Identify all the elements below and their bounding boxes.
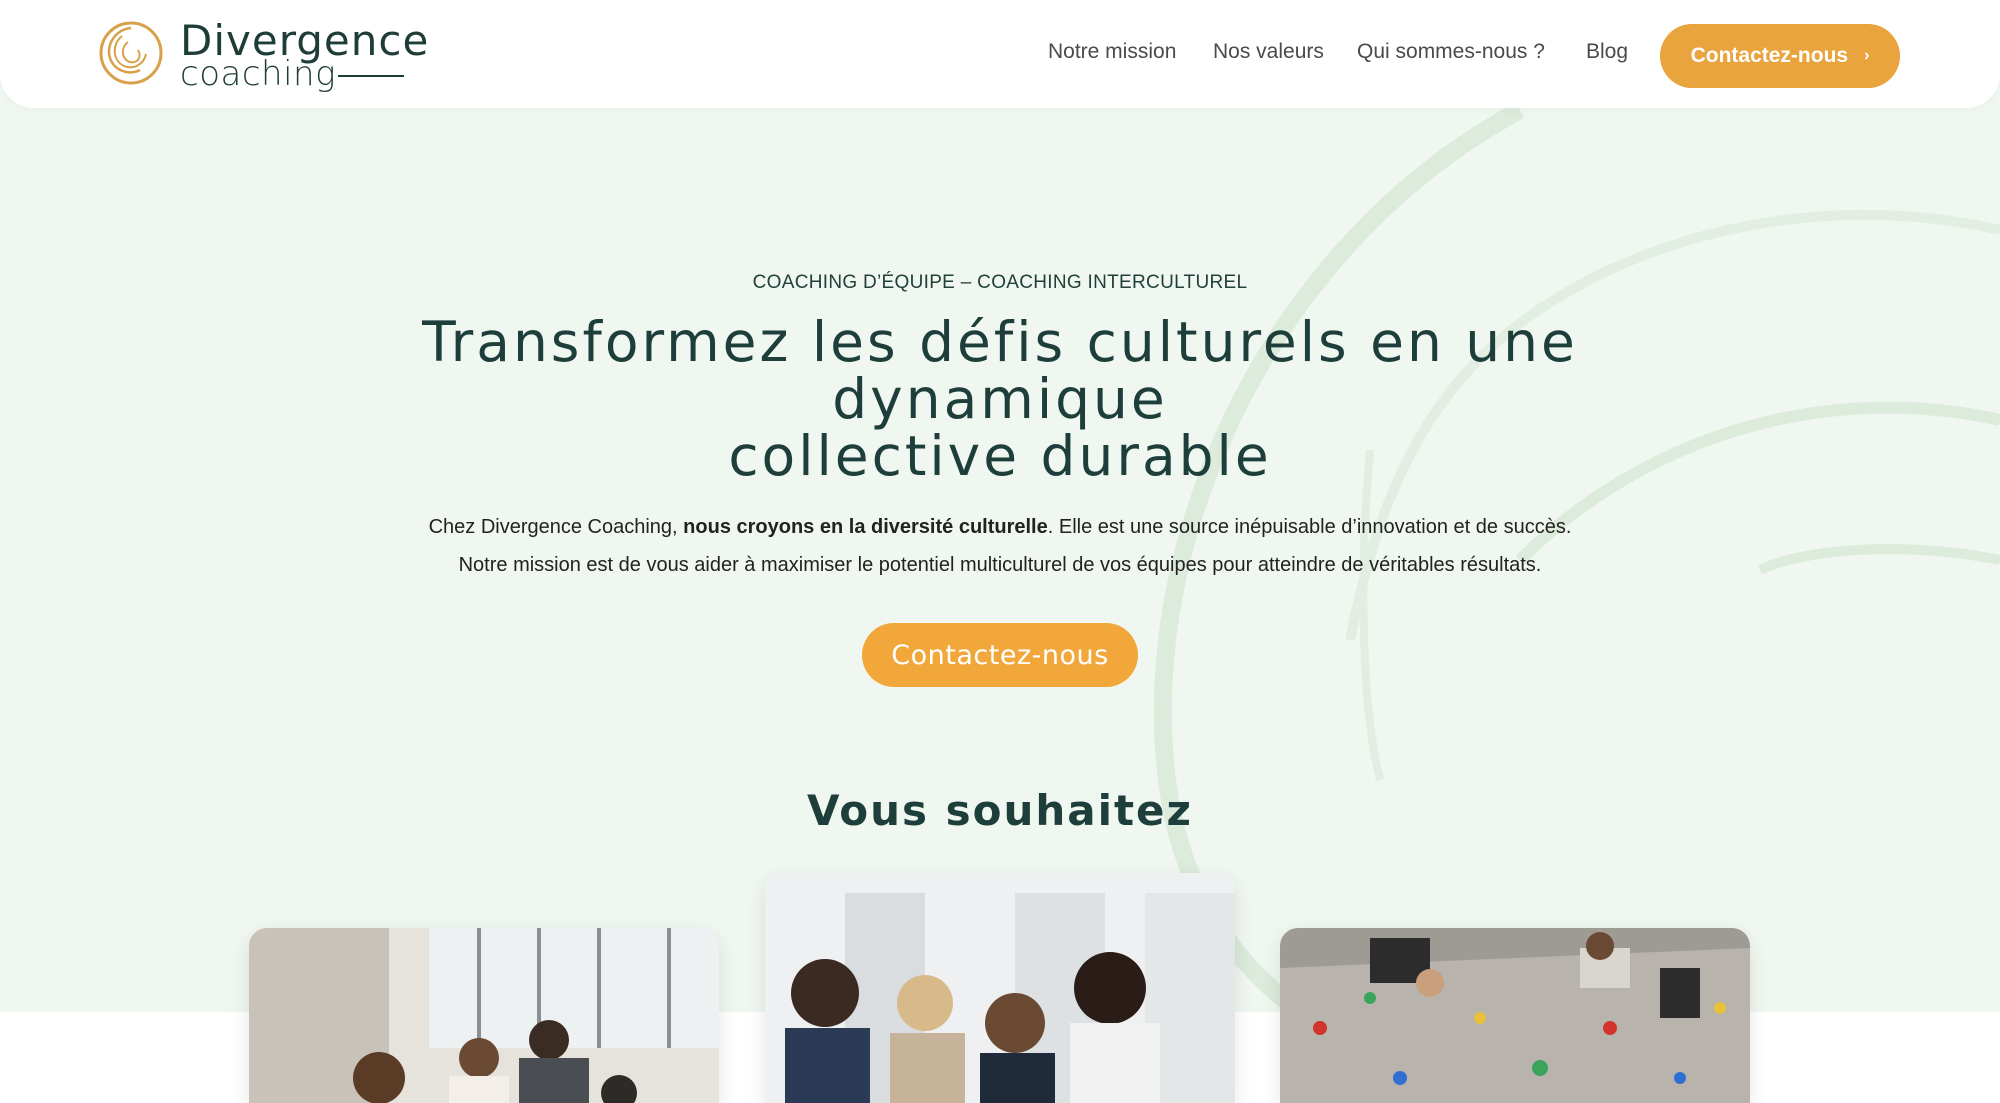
- card-office-team-photo[interactable]: [249, 928, 719, 1103]
- hero-title: Transformez les défis culturels en une d…: [250, 314, 1750, 485]
- card-climbing-photo[interactable]: [1280, 928, 1750, 1103]
- nav-item-blog[interactable]: Blog: [1586, 40, 1628, 64]
- brand-name-line2: coaching: [180, 54, 336, 94]
- meeting-photo: [765, 873, 1235, 1103]
- brand-logo[interactable]: Divergence coaching: [98, 16, 428, 94]
- site-header: Divergence coaching Notre mission Nos va…: [0, 0, 2000, 108]
- nav-item-qui-sommes-nous[interactable]: Qui sommes-nous ?: [1357, 40, 1545, 64]
- nav-item-notre-mission[interactable]: Notre mission: [1048, 40, 1176, 64]
- card-meeting-photo[interactable]: [765, 873, 1235, 1103]
- hero-desc-part2: . Elle est une source inépuisable d’inno…: [1047, 516, 1572, 538]
- office-team-photo: [249, 928, 719, 1103]
- chevron-right-icon: ›: [1864, 47, 1870, 64]
- hero-title-line2: collective durable: [728, 424, 1272, 488]
- hero-description: Chez Divergence Coaching, nous croyons e…: [300, 508, 1700, 584]
- header-contact-label: Contactez-nous: [1690, 44, 1849, 67]
- hero-desc-part1: Chez Divergence Coaching,: [428, 516, 684, 538]
- climbing-wall-photo: [1280, 928, 1750, 1103]
- section-title: Vous souhaitez: [807, 786, 1193, 835]
- hero-desc-line2: Notre mission est de vous aider à maximi…: [458, 554, 1542, 576]
- hero-contact-button[interactable]: Contactez-nous: [862, 623, 1138, 687]
- header-contact-button[interactable]: Contactez-nous ›: [1660, 24, 1900, 88]
- hero-title-line1: Transformez les défis culturels en une d…: [422, 310, 1578, 431]
- logo-underline: [338, 75, 404, 77]
- hero-desc-bold: nous croyons en la diversité culturelle: [683, 516, 1048, 538]
- spiral-logo-icon: [99, 21, 163, 85]
- hero-eyebrow: COACHING D’ÉQUIPE – COACHING INTERCULTUR…: [752, 272, 1248, 293]
- nav-item-nos-valeurs[interactable]: Nos valeurs: [1213, 40, 1324, 64]
